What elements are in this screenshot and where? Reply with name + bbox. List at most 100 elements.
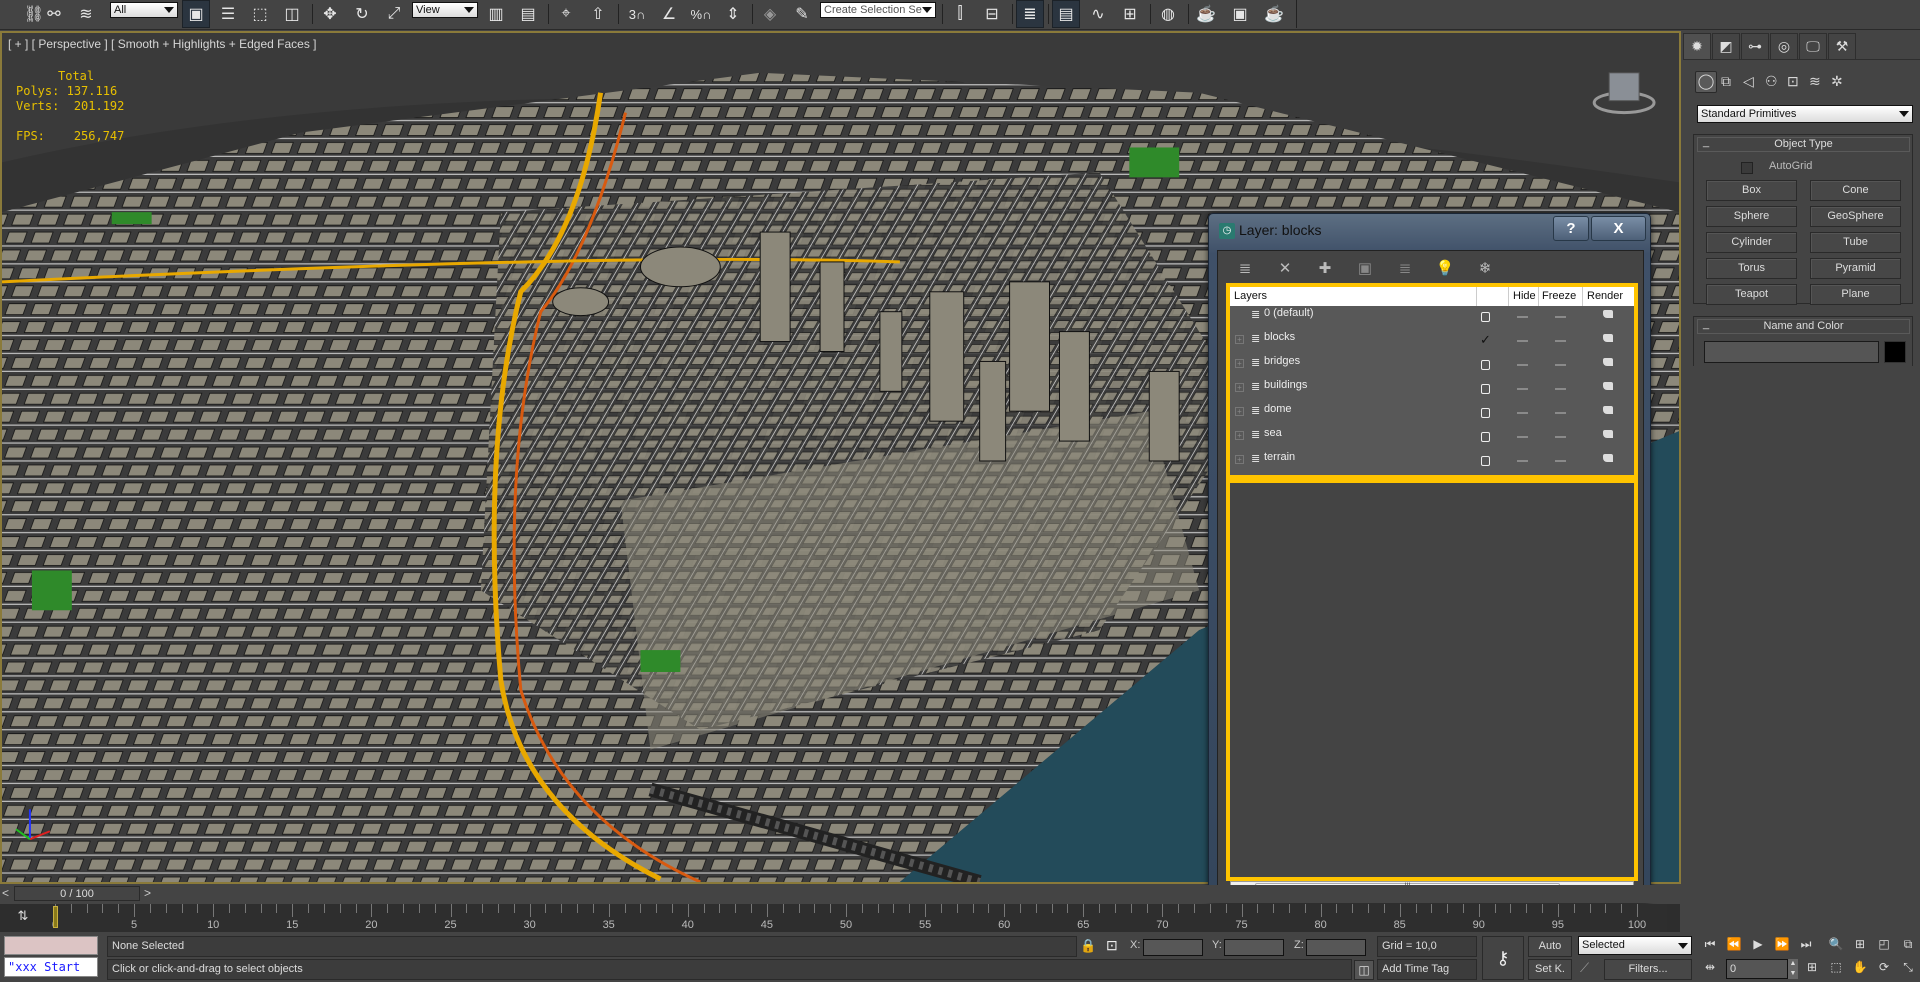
scale-icon[interactable]: ⤢ — [380, 0, 408, 28]
current-layer-box[interactable] — [1481, 360, 1490, 370]
bind-spacewarp-icon[interactable]: ≋ — [72, 0, 100, 28]
highlight-selected-layer-icon[interactable]: ≣ — [1395, 259, 1415, 279]
current-frame-marker[interactable] — [53, 906, 58, 928]
object-color-swatch[interactable] — [1884, 341, 1906, 363]
tab-motion[interactable]: ◎ — [1770, 33, 1798, 59]
maximize-viewport-icon[interactable]: ⤡ — [1898, 960, 1918, 975]
render-teapot-icon[interactable] — [1603, 310, 1613, 318]
render-teapot-icon[interactable] — [1603, 358, 1613, 366]
go-to-end-icon[interactable]: ⏭ — [1796, 937, 1816, 952]
teapot-button[interactable]: Teapot — [1706, 284, 1797, 305]
hide-toggle[interactable] — [1517, 340, 1528, 342]
autogrid-checkbox[interactable] — [1741, 162, 1753, 174]
render-teapot-icon[interactable] — [1603, 334, 1613, 342]
current-layer-box[interactable] — [1481, 456, 1490, 466]
box-button[interactable]: Box — [1706, 180, 1797, 201]
window-crossing-icon[interactable]: ◫ — [278, 0, 306, 28]
layer-name[interactable]: dome — [1264, 403, 1292, 415]
layer-row[interactable]: + ≣ buildings — [1230, 378, 1634, 402]
selection-lock-icon[interactable]: 🔒 — [1080, 938, 1096, 954]
reference-coord-dropdown[interactable]: View — [412, 2, 478, 18]
pyramid-button[interactable]: Pyramid — [1810, 258, 1901, 279]
shapes-icon[interactable]: ⧉ — [1721, 73, 1731, 90]
move-icon[interactable]: ✥ — [316, 0, 344, 28]
layer-name[interactable]: 0 (default) — [1264, 307, 1314, 319]
create-new-layer-icon[interactable]: ≣ — [1235, 259, 1255, 279]
current-layer-box[interactable] — [1481, 312, 1490, 322]
mirror-icon[interactable]: ⫿ — [946, 0, 974, 28]
freeze-toggle[interactable] — [1555, 364, 1566, 366]
key-filter-dropdown[interactable]: Selected — [1578, 936, 1692, 955]
layer-name[interactable]: terrain — [1264, 451, 1295, 463]
toggle-scene-explorer-icon[interactable]: ▤ — [1052, 0, 1080, 28]
hide-toggle[interactable] — [1517, 316, 1528, 318]
y-coordinate-input[interactable] — [1224, 939, 1284, 956]
layer-name[interactable]: buildings — [1264, 379, 1307, 391]
current-layer-box[interactable] — [1481, 384, 1490, 394]
x-coordinate-input[interactable] — [1143, 939, 1203, 956]
hide-toggle[interactable] — [1517, 364, 1528, 366]
layer-name[interactable]: sea — [1264, 427, 1282, 439]
render-production-icon[interactable]: ☕ — [1260, 0, 1288, 28]
previous-frame-icon[interactable]: ⏪ — [1724, 937, 1744, 951]
expand-icon[interactable]: + — [1235, 407, 1244, 416]
object-name-input[interactable] — [1704, 341, 1879, 363]
zoom-region-icon[interactable]: ⬚ — [1826, 960, 1846, 974]
key-mode-toggle-icon[interactable]: ⇹ — [1700, 960, 1720, 974]
time-tag-icon[interactable]: ◫ — [1354, 960, 1374, 980]
orbit-icon[interactable]: ⟳ — [1874, 960, 1894, 974]
cylinder-button[interactable]: Cylinder — [1706, 232, 1797, 253]
freeze-toggle[interactable] — [1555, 412, 1566, 414]
pan-view-icon[interactable]: ✋ — [1850, 960, 1870, 974]
layer-row[interactable]: + ≣ dome — [1230, 402, 1634, 426]
tab-hierarchy[interactable]: ⊶ — [1741, 33, 1769, 59]
tab-create[interactable]: ✹ — [1683, 33, 1711, 59]
align-icon[interactable]: ⊟ — [978, 0, 1006, 28]
current-frame-input[interactable] — [1726, 959, 1788, 979]
render-teapot-icon[interactable] — [1603, 406, 1613, 414]
absolute-mode-icon[interactable]: ⊡ — [1106, 937, 1118, 954]
edit-named-sets-icon[interactable]: ◈ — [756, 0, 784, 28]
rect-region-icon[interactable]: ⬚ — [246, 0, 274, 28]
current-layer-box[interactable] — [1481, 408, 1490, 418]
snaps-toggle-icon[interactable]: 3 ∩ — [622, 0, 652, 28]
curve-editor-icon[interactable]: ∿ — [1084, 0, 1112, 28]
current-layer-box[interactable] — [1481, 432, 1490, 442]
time-configuration-icon[interactable]: ⊞ — [1802, 960, 1822, 974]
add-selection-to-layer-icon[interactable]: ✚ — [1315, 259, 1335, 279]
helpers-icon[interactable]: ⊡ — [1787, 73, 1799, 90]
torus-button[interactable]: Torus — [1706, 258, 1797, 279]
play-icon[interactable]: ▶ — [1748, 937, 1768, 951]
schematic-view-icon[interactable]: ⊞ — [1116, 0, 1144, 28]
hide-toggle[interactable] — [1517, 436, 1528, 438]
zoom-extents-all-icon[interactable]: ⧉ — [1898, 937, 1918, 952]
next-frame-icon[interactable]: ⏩ — [1772, 937, 1792, 951]
freeze-toggle[interactable] — [1555, 436, 1566, 438]
time-slider[interactable]: 0 / 100 — [14, 886, 140, 901]
render-teapot-icon[interactable] — [1603, 382, 1613, 390]
use-pivot-icon[interactable]: ▥ — [482, 0, 510, 28]
category-dropdown[interactable]: Standard Primitives — [1697, 105, 1913, 123]
timeline-ruler[interactable]: 0510152025303540455055606570758085909510… — [52, 904, 1667, 932]
cone-button[interactable]: Cone — [1810, 180, 1901, 201]
systems-icon[interactable]: ✲ — [1831, 73, 1843, 90]
column-freeze[interactable]: Freeze — [1542, 290, 1576, 302]
unlink-icon[interactable]: ⚯ — [40, 0, 68, 28]
expand-icon[interactable]: + — [1235, 335, 1244, 344]
set-key-button[interactable]: Set K. — [1528, 959, 1572, 980]
spinner-snap-icon[interactable]: ⇕ — [718, 0, 748, 28]
tab-modify[interactable]: ◩ — [1712, 33, 1740, 59]
freeze-toggle[interactable] — [1555, 388, 1566, 390]
prev-frame-button[interactable]: < — [2, 886, 9, 900]
name-color-header[interactable]: _ Name and Color — [1697, 318, 1910, 334]
select-object-icon[interactable]: ▣ — [182, 0, 210, 28]
layer-row[interactable]: + ≣ blocks ✓ — [1230, 330, 1634, 354]
hide-toggle[interactable] — [1517, 460, 1528, 462]
freeze-unfreeze-all-icon[interactable]: ❄ — [1475, 259, 1495, 279]
maxscript-listener-pink[interactable] — [4, 936, 98, 955]
tab-utilities[interactable]: ⚒ — [1828, 33, 1856, 59]
hide-toggle[interactable] — [1517, 388, 1528, 390]
angle-snap-icon[interactable]: ∠ — [654, 0, 684, 28]
material-editor-icon[interactable]: ◍ — [1154, 0, 1182, 28]
layer-explorer-icon[interactable]: ≣ — [1016, 0, 1044, 28]
